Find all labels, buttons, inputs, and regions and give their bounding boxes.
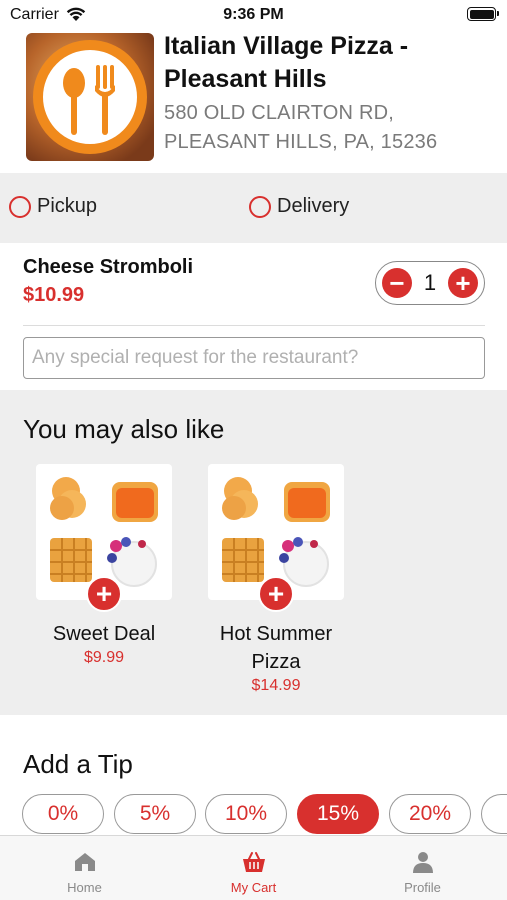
decrement-button[interactable]: − (382, 268, 412, 298)
item-price: $10.99 (23, 284, 85, 306)
tip-option[interactable]: 20% (389, 794, 471, 834)
delivery-option[interactable]: Delivery (249, 195, 349, 218)
restaurant-header: Italian Village Pizza - Pleasant Hills 5… (0, 30, 507, 173)
add-suggestion-button[interactable]: + (86, 576, 122, 612)
tip-option[interactable]: 10% (205, 794, 287, 834)
tab-label: My Cart (230, 880, 277, 895)
pickup-label: Pickup (37, 195, 98, 217)
cart-item: Cheese Stromboli $10.99 − 1 + (0, 243, 507, 390)
add-suggestion-button[interactable]: + (258, 576, 294, 612)
tip-option[interactable]: 5% (114, 794, 196, 834)
increment-button[interactable]: + (448, 268, 478, 298)
divider (23, 325, 485, 326)
tip-option-selected[interactable]: 15% (297, 794, 379, 834)
delivery-label: Delivery (277, 195, 350, 217)
quantity-value: 1 (423, 270, 437, 295)
tab-bar: Home My Cart Profile (0, 835, 507, 900)
tab-label: Profile (404, 880, 441, 895)
tab-label: Home (67, 880, 102, 895)
restaurant-address: 580 OLD CLAIRTON RD, PLEASANT HILLS, PA,… (164, 102, 438, 153)
suggestion-price: $9.99 (83, 649, 125, 666)
home-icon (74, 853, 95, 871)
fork-spoon-logo-icon (26, 33, 154, 161)
tab-profile[interactable]: Profile (338, 836, 507, 900)
order-type-selector: Pickup Delivery (0, 173, 507, 243)
tip-section: Add a Tip 0% 5% 10% 15% 20% (0, 715, 507, 835)
special-request-input[interactable] (23, 337, 485, 379)
radio-button-icon[interactable] (249, 195, 271, 218)
tab-home[interactable]: Home (0, 836, 169, 900)
status-time: 9:36 PM (223, 6, 284, 23)
pickup-option[interactable]: Pickup (9, 195, 97, 218)
tip-option[interactable]: 0% (22, 794, 104, 834)
suggestion-card[interactable]: + Hot Summer Pizza $14.99 (208, 464, 344, 695)
quantity-stepper: − 1 + (375, 261, 485, 305)
basket-icon (242, 852, 265, 872)
battery-icon (467, 7, 499, 21)
tip-title: Add a Tip (23, 749, 133, 779)
item-name: Cheese Stromboli (23, 256, 194, 278)
suggestion-name: Hot Summer Pizza (219, 623, 333, 673)
status-bar: Carrier 9:36 PM (0, 0, 507, 30)
restaurant-logo (26, 33, 154, 161)
suggestion-name: Sweet Deal (52, 623, 156, 645)
person-icon (412, 852, 433, 873)
suggestion-price: $14.99 (251, 677, 301, 694)
radio-button-icon[interactable] (9, 195, 31, 218)
tab-my-cart[interactable]: My Cart (169, 836, 338, 900)
suggestions-section: You may also like + Sweet Deal $9.99 + H… (0, 390, 507, 715)
tip-option-partial[interactable] (481, 794, 507, 834)
suggestions-title: You may also like (23, 414, 225, 444)
restaurant-name: Italian Village Pizza - Pleasant Hills (164, 32, 409, 93)
suggestion-card[interactable]: + Sweet Deal $9.99 (36, 464, 172, 667)
